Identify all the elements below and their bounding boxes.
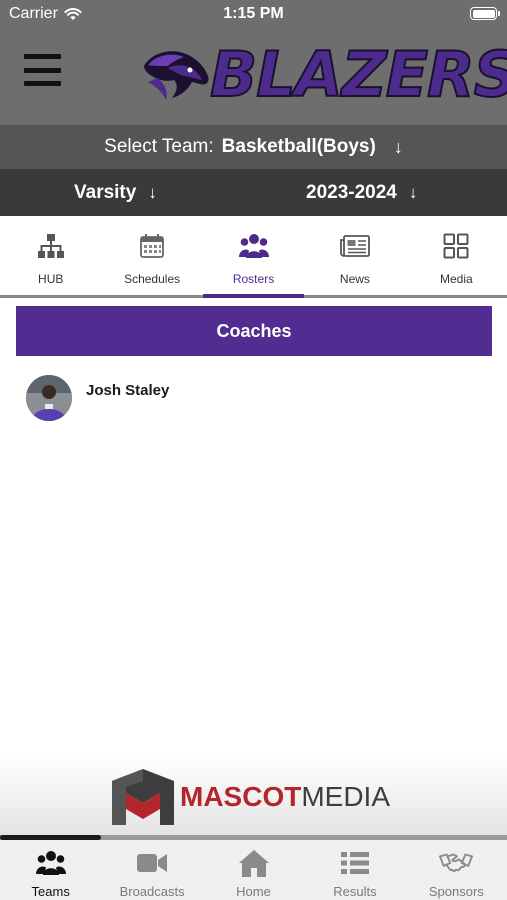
nav-sponsors[interactable]: Sponsors (406, 840, 507, 900)
hierarchy-icon (37, 234, 64, 258)
list-icon (340, 852, 369, 874)
filter-bar: Varsity ↓ 2023-2024 ↓ (0, 169, 507, 216)
coach-name: Josh Staley (86, 381, 170, 399)
video-camera-icon (137, 854, 168, 872)
sponsor-name-part2: MEDIA (301, 781, 391, 812)
arrow-down-icon: ↓ (148, 182, 157, 202)
sponsor-logo[interactable]: MASCOTMEDIA (110, 767, 390, 827)
nav-teams[interactable]: Teams (0, 840, 101, 900)
team-selector-label: Select Team: (104, 136, 214, 157)
tab-rosters[interactable]: Rosters (202, 216, 305, 298)
nav-home[interactable]: Home (203, 840, 304, 900)
status-bar: Carrier 1:15 PM (0, 0, 507, 30)
tab-schedules[interactable]: Schedules (101, 216, 202, 295)
nav-label: Home (236, 884, 271, 899)
tab-hub[interactable]: HUB (0, 216, 101, 295)
grid-icon (443, 233, 469, 259)
list-item[interactable]: Josh Staley (26, 375, 169, 421)
menu-button[interactable] (24, 54, 61, 86)
nav-broadcasts[interactable]: Broadcasts (101, 840, 202, 900)
people-icon (238, 234, 269, 258)
team-selector[interactable]: Select Team: Basketball(Boys) ↓ (0, 125, 507, 169)
nav-label: Teams (31, 884, 70, 899)
brand-logo: BLAZERS (138, 41, 507, 109)
tab-label: Rosters (232, 272, 275, 286)
nav-label: Results (333, 884, 377, 899)
team-selector-value: Basketball(Boys) (221, 136, 376, 157)
tab-label: Media (439, 272, 473, 286)
calendar-icon (140, 234, 165, 258)
home-icon (238, 850, 269, 877)
tab-label: Schedules (124, 272, 181, 286)
person-photo-icon (26, 375, 72, 421)
battery-icon (470, 7, 500, 20)
nav-results[interactable]: Results (304, 840, 405, 900)
mascot-media-logo-icon (112, 769, 174, 825)
tab-news[interactable]: News (304, 216, 405, 295)
section-tabs: HUB Schedules Rosters News Media (0, 216, 507, 298)
season-value: 2023-2024 (306, 181, 397, 203)
brand-wordmark: BLAZERS (209, 38, 507, 111)
bottom-nav: Teams Broadcasts Home Results Sponsors (0, 840, 507, 900)
status-time: 1:15 PM (223, 5, 284, 22)
handshake-icon (439, 853, 474, 872)
season-selector[interactable]: 2023-2024 ↓ (306, 169, 417, 216)
people-icon (35, 851, 66, 875)
hamburger-icon (24, 54, 61, 59)
level-selector[interactable]: Varsity ↓ (74, 169, 157, 216)
horse-mascot-icon (144, 51, 209, 100)
section-title: Coaches (16, 306, 492, 356)
avatar (26, 375, 72, 421)
sponsor-name-part1: MASCOT (180, 781, 302, 812)
nav-label: Sponsors (428, 884, 484, 899)
nav-label: Broadcasts (119, 884, 185, 899)
level-value: Varsity (74, 181, 137, 203)
app-header: Carrier 1:15 PM BLAZERS (0, 0, 507, 125)
arrow-down-icon: ↓ (408, 182, 418, 202)
tab-label: News (339, 272, 370, 286)
tab-label: HUB (38, 272, 64, 286)
newspaper-icon (340, 235, 370, 257)
arrow-down-icon: ↓ (393, 136, 403, 157)
tab-media[interactable]: Media (406, 216, 507, 295)
